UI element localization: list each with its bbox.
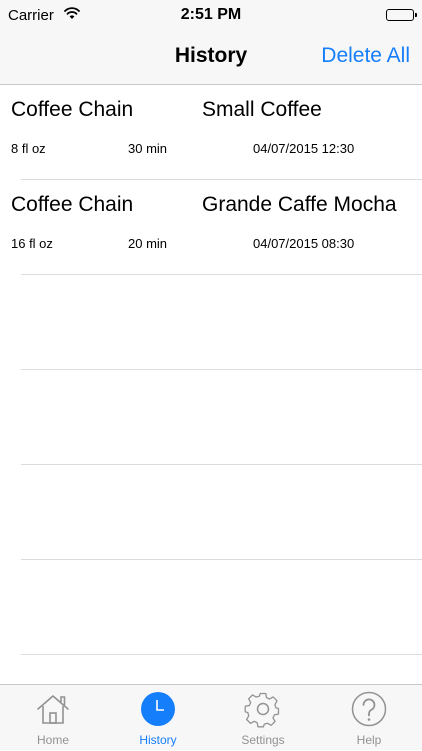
row-duration: 20 min xyxy=(128,236,168,251)
delete-all-button[interactable]: Delete All xyxy=(321,44,410,68)
navigation-bar: History Delete All xyxy=(0,32,422,85)
question-icon xyxy=(351,691,387,727)
empty-row xyxy=(0,560,422,655)
battery-icon xyxy=(386,9,417,21)
row-datetime: 04/07/2015 12:30 xyxy=(253,141,355,156)
tab-settings[interactable]: Settings xyxy=(210,685,316,751)
status-time: 2:51 PM xyxy=(180,6,242,23)
tab-settings-label: Settings xyxy=(241,733,285,747)
history-row[interactable]: Coffee Chain Grande Caffe Mocha 16 fl oz… xyxy=(0,180,422,275)
row-size: 8 fl oz xyxy=(11,141,46,156)
empty-row xyxy=(0,275,422,370)
gear-icon xyxy=(244,691,281,728)
tab-bar: Home History Settings Help xyxy=(0,684,422,750)
row-chain-name: Coffee Chain xyxy=(11,193,134,216)
tab-history-label: History xyxy=(139,733,177,747)
row-drink-name: Small Coffee xyxy=(202,98,322,121)
history-list: Coffee Chain Small Coffee 8 fl oz 30 min… xyxy=(0,85,422,655)
history-row[interactable]: Coffee Chain Small Coffee 8 fl oz 30 min… xyxy=(0,85,422,180)
empty-row xyxy=(0,465,422,560)
home-icon xyxy=(35,691,71,727)
tab-help-label: Help xyxy=(356,733,382,747)
tab-help[interactable]: Help xyxy=(316,685,422,751)
status-bar: Carrier 2:51 PM xyxy=(0,0,422,32)
row-duration: 30 min xyxy=(128,141,168,156)
row-chain-name: Coffee Chain xyxy=(11,98,134,121)
row-size: 16 fl oz xyxy=(11,236,53,251)
tab-home-label: Home xyxy=(36,733,69,747)
tab-home[interactable]: Home xyxy=(0,685,106,751)
clock-icon xyxy=(140,691,176,727)
empty-row xyxy=(0,370,422,465)
tab-history[interactable]: History xyxy=(105,685,211,751)
row-datetime: 04/07/2015 08:30 xyxy=(253,236,355,251)
row-drink-name: Grande Caffe Mocha xyxy=(202,193,397,216)
